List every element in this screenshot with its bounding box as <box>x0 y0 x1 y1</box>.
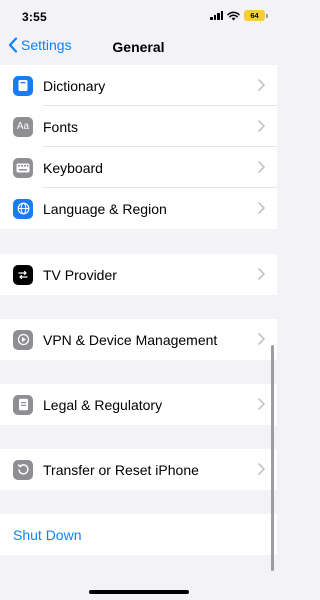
row-dictionary[interactable]: Dictionary <box>0 65 277 106</box>
status-icons: 64 <box>210 10 268 21</box>
chevron-right-icon <box>258 202 265 214</box>
row-transfer-reset[interactable]: Transfer or Reset iPhone <box>0 449 277 490</box>
settings-group-shutdown: Shut Down <box>0 514 277 555</box>
scroll-indicator[interactable] <box>271 345 274 571</box>
row-tv-provider[interactable]: TV Provider <box>0 254 277 295</box>
chevron-right-icon <box>258 161 265 173</box>
row-label: Language & Region <box>43 200 167 217</box>
shut-down-label: Shut Down <box>13 526 82 543</box>
status-bar: 3:55 64 <box>0 0 277 30</box>
settings-group-reset: Transfer or Reset iPhone <box>0 449 277 490</box>
row-label: TV Provider <box>43 266 117 283</box>
row-label: Legal & Regulatory <box>43 396 163 413</box>
tv-provider-icon <box>13 264 33 285</box>
cellular-signal-icon <box>210 11 223 20</box>
globe-icon <box>13 198 33 219</box>
chevron-right-icon <box>258 333 265 345</box>
row-language-region[interactable]: Language & Region <box>0 188 277 229</box>
shut-down-button[interactable]: Shut Down <box>0 514 277 555</box>
document-icon <box>13 394 33 415</box>
chevron-right-icon <box>258 463 265 475</box>
row-fonts[interactable]: Aa Fonts <box>0 106 277 147</box>
settings-group-language: Dictionary Aa Fonts Keyboard Language & … <box>0 65 277 229</box>
row-label: Dictionary <box>43 77 106 94</box>
chevron-right-icon <box>258 268 265 280</box>
settings-group-vpn: VPN & Device Management <box>0 319 277 360</box>
battery-level: 64 <box>250 11 259 20</box>
gear-icon <box>13 329 33 350</box>
status-time: 3:55 <box>22 10 47 24</box>
reset-icon <box>13 459 33 480</box>
wifi-icon <box>227 11 240 20</box>
chevron-right-icon <box>258 398 265 410</box>
row-label: Transfer or Reset iPhone <box>43 461 199 478</box>
chevron-right-icon <box>258 79 265 91</box>
row-legal-regulatory[interactable]: Legal & Regulatory <box>0 384 277 425</box>
page-title: General <box>112 39 165 55</box>
row-label: Fonts <box>43 118 79 135</box>
row-vpn-device-management[interactable]: VPN & Device Management <box>0 319 277 360</box>
book-icon <box>13 75 33 96</box>
row-label: VPN & Device Management <box>43 331 218 348</box>
settings-group-tv: TV Provider <box>0 254 277 295</box>
fonts-icon-glyph: Aa <box>16 121 30 132</box>
row-keyboard[interactable]: Keyboard <box>0 147 277 188</box>
fonts-icon: Aa <box>13 116 33 137</box>
keyboard-icon <box>13 157 33 178</box>
battery-icon: 64 <box>244 10 268 21</box>
home-indicator[interactable] <box>89 590 189 594</box>
navigation-bar: Settings General <box>0 30 277 64</box>
row-label: Keyboard <box>43 159 103 176</box>
settings-group-legal: Legal & Regulatory <box>0 384 277 425</box>
chevron-right-icon <box>258 120 265 132</box>
